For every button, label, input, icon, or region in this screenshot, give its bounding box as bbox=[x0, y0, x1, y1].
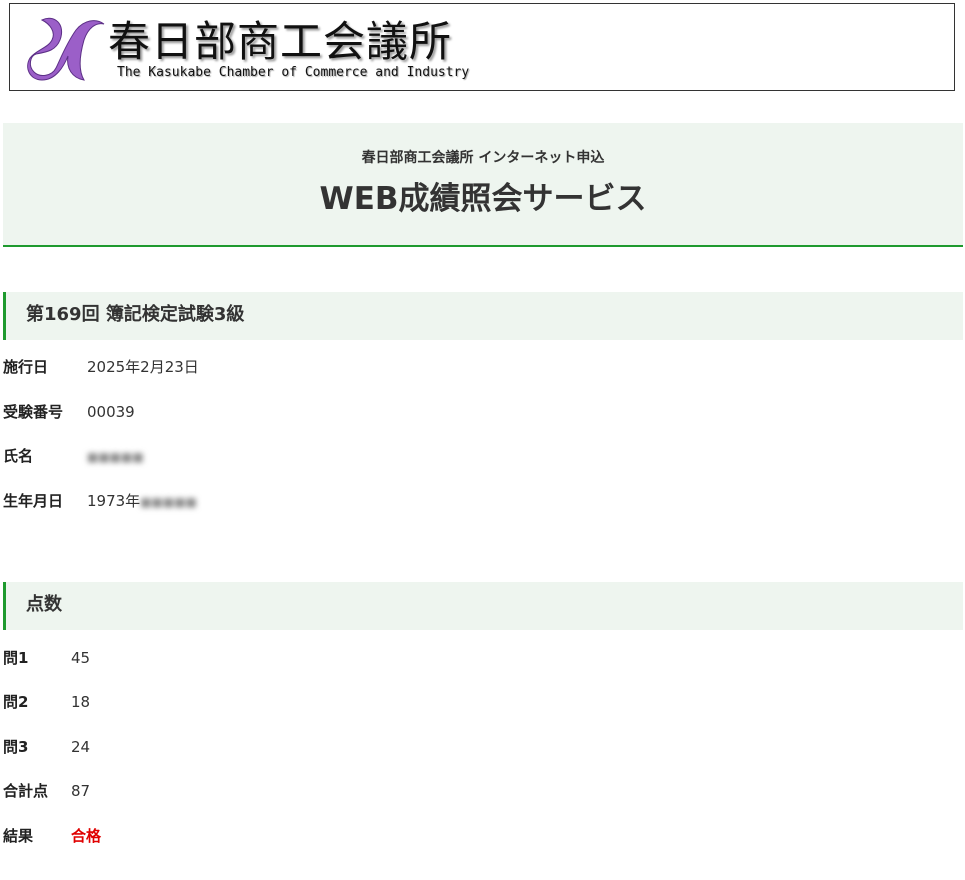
score-value-q3: 24 bbox=[71, 738, 91, 756]
chamber-logo-icon bbox=[27, 17, 105, 81]
exam-date-label: 施行日 bbox=[3, 358, 49, 376]
score-label-total: 合計点 bbox=[3, 782, 49, 800]
score-label-result: 結果 bbox=[3, 827, 34, 845]
exam-number-label: 受験番号 bbox=[3, 403, 64, 421]
score-heading: 点数 bbox=[3, 582, 963, 630]
score-row-total: 合計点 87 bbox=[3, 780, 90, 802]
score-row-q2: 問2 18 bbox=[3, 691, 90, 713]
score-row-q3: 問3 24 bbox=[3, 736, 90, 758]
service-header: 春日部商工会議所 インターネット申込 WEB成績照会サービス bbox=[3, 123, 963, 247]
score-label-q3: 問3 bbox=[3, 738, 29, 756]
score-row-q1: 問1 45 bbox=[3, 647, 90, 669]
exam-heading: 第169回 簿記検定試験3級 bbox=[3, 292, 963, 340]
name-value-redacted: ■■■■■ bbox=[87, 450, 144, 464]
service-title: WEB成績照会サービス bbox=[319, 181, 647, 217]
birthdate-year: 1973年 bbox=[87, 492, 141, 510]
exam-date-row: 施行日 2025年2月23日 bbox=[3, 356, 199, 378]
score-value-q2: 18 bbox=[71, 693, 91, 711]
exam-date-value: 2025年2月23日 bbox=[87, 358, 199, 376]
name-row: 氏名 ■■■■■ bbox=[3, 445, 144, 467]
result-status-badge: 合格 bbox=[71, 827, 102, 845]
score-label-q1: 問1 bbox=[3, 649, 29, 667]
logo-subtitle: The Kasukabe Chamber of Commerce and Ind… bbox=[117, 65, 470, 80]
birthdate-row: 生年月日 1973年■■■■■ bbox=[3, 490, 197, 512]
score-value-q1: 45 bbox=[71, 649, 91, 667]
score-row-result: 結果 合格 bbox=[3, 825, 101, 847]
exam-number-row: 受験番号 00039 bbox=[3, 401, 135, 423]
logo-title: 春日部商工会議所 bbox=[108, 17, 453, 66]
birthdate-label: 生年月日 bbox=[3, 492, 64, 510]
name-label: 氏名 bbox=[3, 447, 34, 465]
exam-number-value: 00039 bbox=[87, 403, 135, 421]
service-subtitle: 春日部商工会議所 インターネット申込 bbox=[361, 150, 605, 166]
score-value-total: 87 bbox=[71, 782, 91, 800]
birthdate-value: 1973年■■■■■ bbox=[87, 490, 197, 513]
logo-banner: 春日部商工会議所 The Kasukabe Chamber of Commerc… bbox=[9, 3, 955, 91]
score-label-q2: 問2 bbox=[3, 693, 29, 711]
birthdate-redacted: ■■■■■ bbox=[140, 495, 197, 509]
page: 春日部商工会議所 The Kasukabe Chamber of Commerc… bbox=[0, 0, 965, 880]
